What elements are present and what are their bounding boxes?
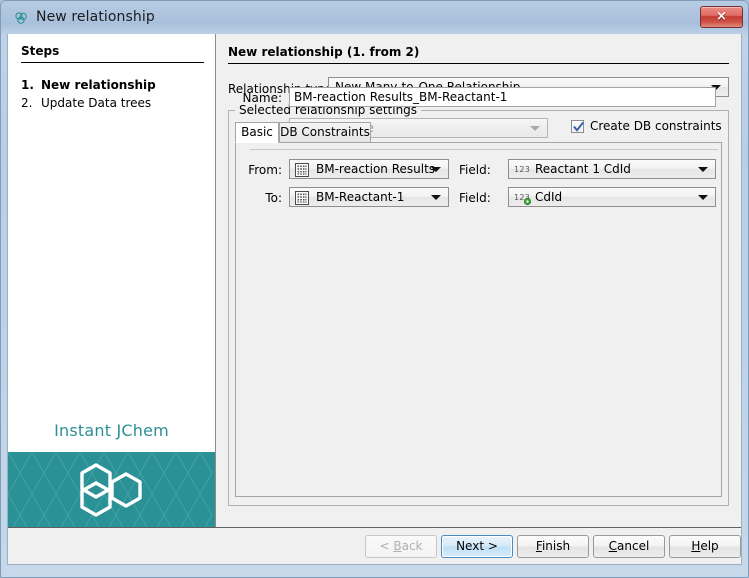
dialog-button-bar: < Back Next > Finish Cancel Help [8, 527, 741, 564]
checkbox-box [571, 120, 584, 133]
step-number: 2. [21, 96, 41, 110]
number-type-icon: 123 [514, 163, 532, 177]
dialog-client-area: Steps 1.New relationship 2.Update Data t… [7, 34, 742, 565]
chevron-down-icon [431, 167, 441, 172]
window-title: New relationship [36, 9, 155, 25]
from-table-select[interactable]: BM-reaction Results [289, 159, 449, 179]
steps-heading: Steps [21, 44, 59, 58]
product-name: Instant JChem [8, 421, 215, 440]
steps-sidebar: Steps 1.New relationship 2.Update Data t… [8, 34, 216, 527]
chevron-down-icon [431, 195, 441, 200]
checkmark-icon [573, 121, 584, 134]
tab-basic[interactable]: Basic [235, 122, 279, 143]
number-type-primary-key-icon: 123 [514, 191, 532, 205]
to-field-label: Field: [459, 191, 501, 205]
name-input[interactable]: BM-reaction Results_BM-Reactant-1 [289, 87, 716, 107]
dialog-window: New relationship × Steps 1.New relations… [0, 0, 749, 578]
tab-db-constraints[interactable]: DB Constraints [279, 122, 371, 143]
chevron-down-icon [698, 195, 708, 200]
finish-button[interactable]: Finish [517, 535, 589, 558]
title-bar[interactable]: New relationship × [1, 1, 748, 34]
next-button[interactable]: Next > [441, 535, 513, 558]
from-field-select[interactable]: 123 Reactant 1 CdId [508, 159, 716, 179]
help-button[interactable]: Help [669, 535, 741, 558]
from-label: From: [230, 163, 282, 177]
to-table-value: BM-Reactant-1 [316, 190, 404, 204]
page-title-rule [228, 63, 729, 64]
step-label: Update Data trees [41, 96, 151, 110]
to-field-value: CdId [535, 190, 562, 204]
steps-heading-rule [21, 62, 204, 63]
page-title: New relationship (1. from 2) [228, 45, 419, 59]
create-db-constraints-label: Create DB constraints [590, 119, 722, 133]
to-table-select[interactable]: BM-Reactant-1 [289, 187, 449, 207]
cancel-button[interactable]: Cancel [593, 535, 665, 558]
chevron-down-icon [530, 126, 540, 131]
hexagon-molecule-logo-icon [79, 462, 145, 518]
to-label: To: [230, 191, 282, 205]
sidebar-item-update-data-trees[interactable]: 2.Update Data trees [21, 96, 151, 110]
from-field-value: Reactant 1 CdId [535, 162, 631, 176]
back-button[interactable]: < Back [365, 535, 437, 558]
close-button[interactable]: × [700, 6, 743, 28]
table-icon [295, 191, 309, 205]
step-number: 1. [21, 78, 41, 92]
name-label: Name: [230, 91, 282, 105]
chevron-down-icon [698, 167, 708, 172]
product-logo-panel [8, 452, 215, 527]
molecule-icon [13, 10, 29, 26]
step-label: New relationship [41, 78, 156, 92]
wizard-page: New relationship (1. from 2) Relationshi… [217, 34, 741, 527]
primary-key-dot-icon [524, 198, 531, 205]
from-field-label: Field: [459, 163, 501, 177]
form-separator [250, 149, 718, 150]
table-icon [295, 163, 309, 177]
sidebar-item-new-relationship[interactable]: 1.New relationship [21, 78, 156, 92]
close-icon: × [701, 7, 742, 27]
to-field-select[interactable]: 123 CdId [508, 187, 716, 207]
from-table-value: BM-reaction Results [316, 162, 435, 176]
